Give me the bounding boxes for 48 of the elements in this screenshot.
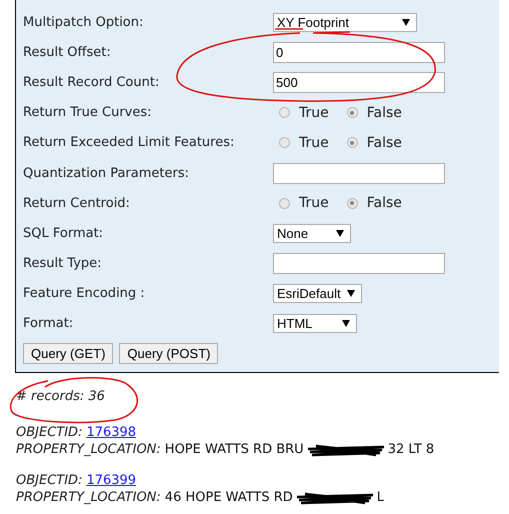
query-button[interactable]: Query (GET)	[23, 343, 114, 364]
field-name: OBJECTID:	[16, 472, 82, 490]
input-field[interactable]	[273, 253, 445, 274]
radio-button[interactable]	[346, 198, 358, 209]
field-label: Return True Curves:	[23, 105, 153, 120]
radio-button[interactable]	[279, 198, 290, 209]
objectid-link[interactable]: 176399	[86, 472, 136, 490]
dropdown[interactable]: None	[273, 224, 351, 243]
field-label: Quantization Parameters:	[23, 166, 190, 181]
radio-label: False	[366, 195, 402, 212]
caret-icon	[347, 290, 355, 298]
radio-label: True	[299, 104, 329, 121]
field-name: PROPERTY_LOCATION:	[16, 441, 161, 458]
field-label: Return Centroid:	[23, 196, 131, 211]
records-count: # records: 36	[16, 389, 106, 404]
dropdown[interactable]: XY Footprint	[273, 12, 417, 32]
field-label: Feature Encoding :	[23, 286, 146, 302]
field-label: SQL Format:	[23, 226, 104, 241]
field-value: 32 LT 8	[388, 441, 434, 458]
field-label: Result Type:	[23, 256, 103, 272]
objectid-link[interactable]: 176398	[86, 424, 136, 442]
radio-button[interactable]	[346, 137, 358, 148]
field-name: OBJECTID:	[16, 424, 82, 442]
dropdown[interactable]: HTML	[273, 314, 357, 334]
radio-label: False	[366, 104, 402, 121]
query-button[interactable]: Query (POST)	[119, 343, 218, 364]
radio-label: False	[366, 134, 402, 151]
input-field[interactable]: 500	[273, 72, 445, 93]
field-value: HOPE WATTS RD BRU	[164, 441, 304, 458]
field-label: Return Exceeded Limit Features:	[23, 135, 236, 150]
field-label: Result Offset:	[23, 44, 112, 60]
field-label: Result Record Count:	[23, 74, 160, 90]
caret-icon	[342, 320, 350, 328]
field-label: Multipatch Option:	[23, 14, 144, 30]
radio-label: True	[299, 195, 329, 212]
radio-button[interactable]	[279, 107, 290, 118]
field-value: L	[376, 489, 384, 506]
caret-icon	[336, 230, 344, 237]
field-name: PROPERTY_LOCATION:	[16, 489, 161, 506]
field-value: 46 HOPE WATTS RD	[164, 489, 293, 506]
dropdown[interactable]: EsriDefault	[273, 284, 362, 304]
radio-button[interactable]	[346, 107, 358, 118]
radio-label: True	[299, 134, 329, 151]
input-field[interactable]	[273, 162, 445, 184]
caret-icon	[402, 18, 410, 26]
input-field[interactable]: 0	[273, 42, 445, 63]
radio-button[interactable]	[279, 137, 290, 148]
field-label: Format:	[23, 316, 74, 332]
